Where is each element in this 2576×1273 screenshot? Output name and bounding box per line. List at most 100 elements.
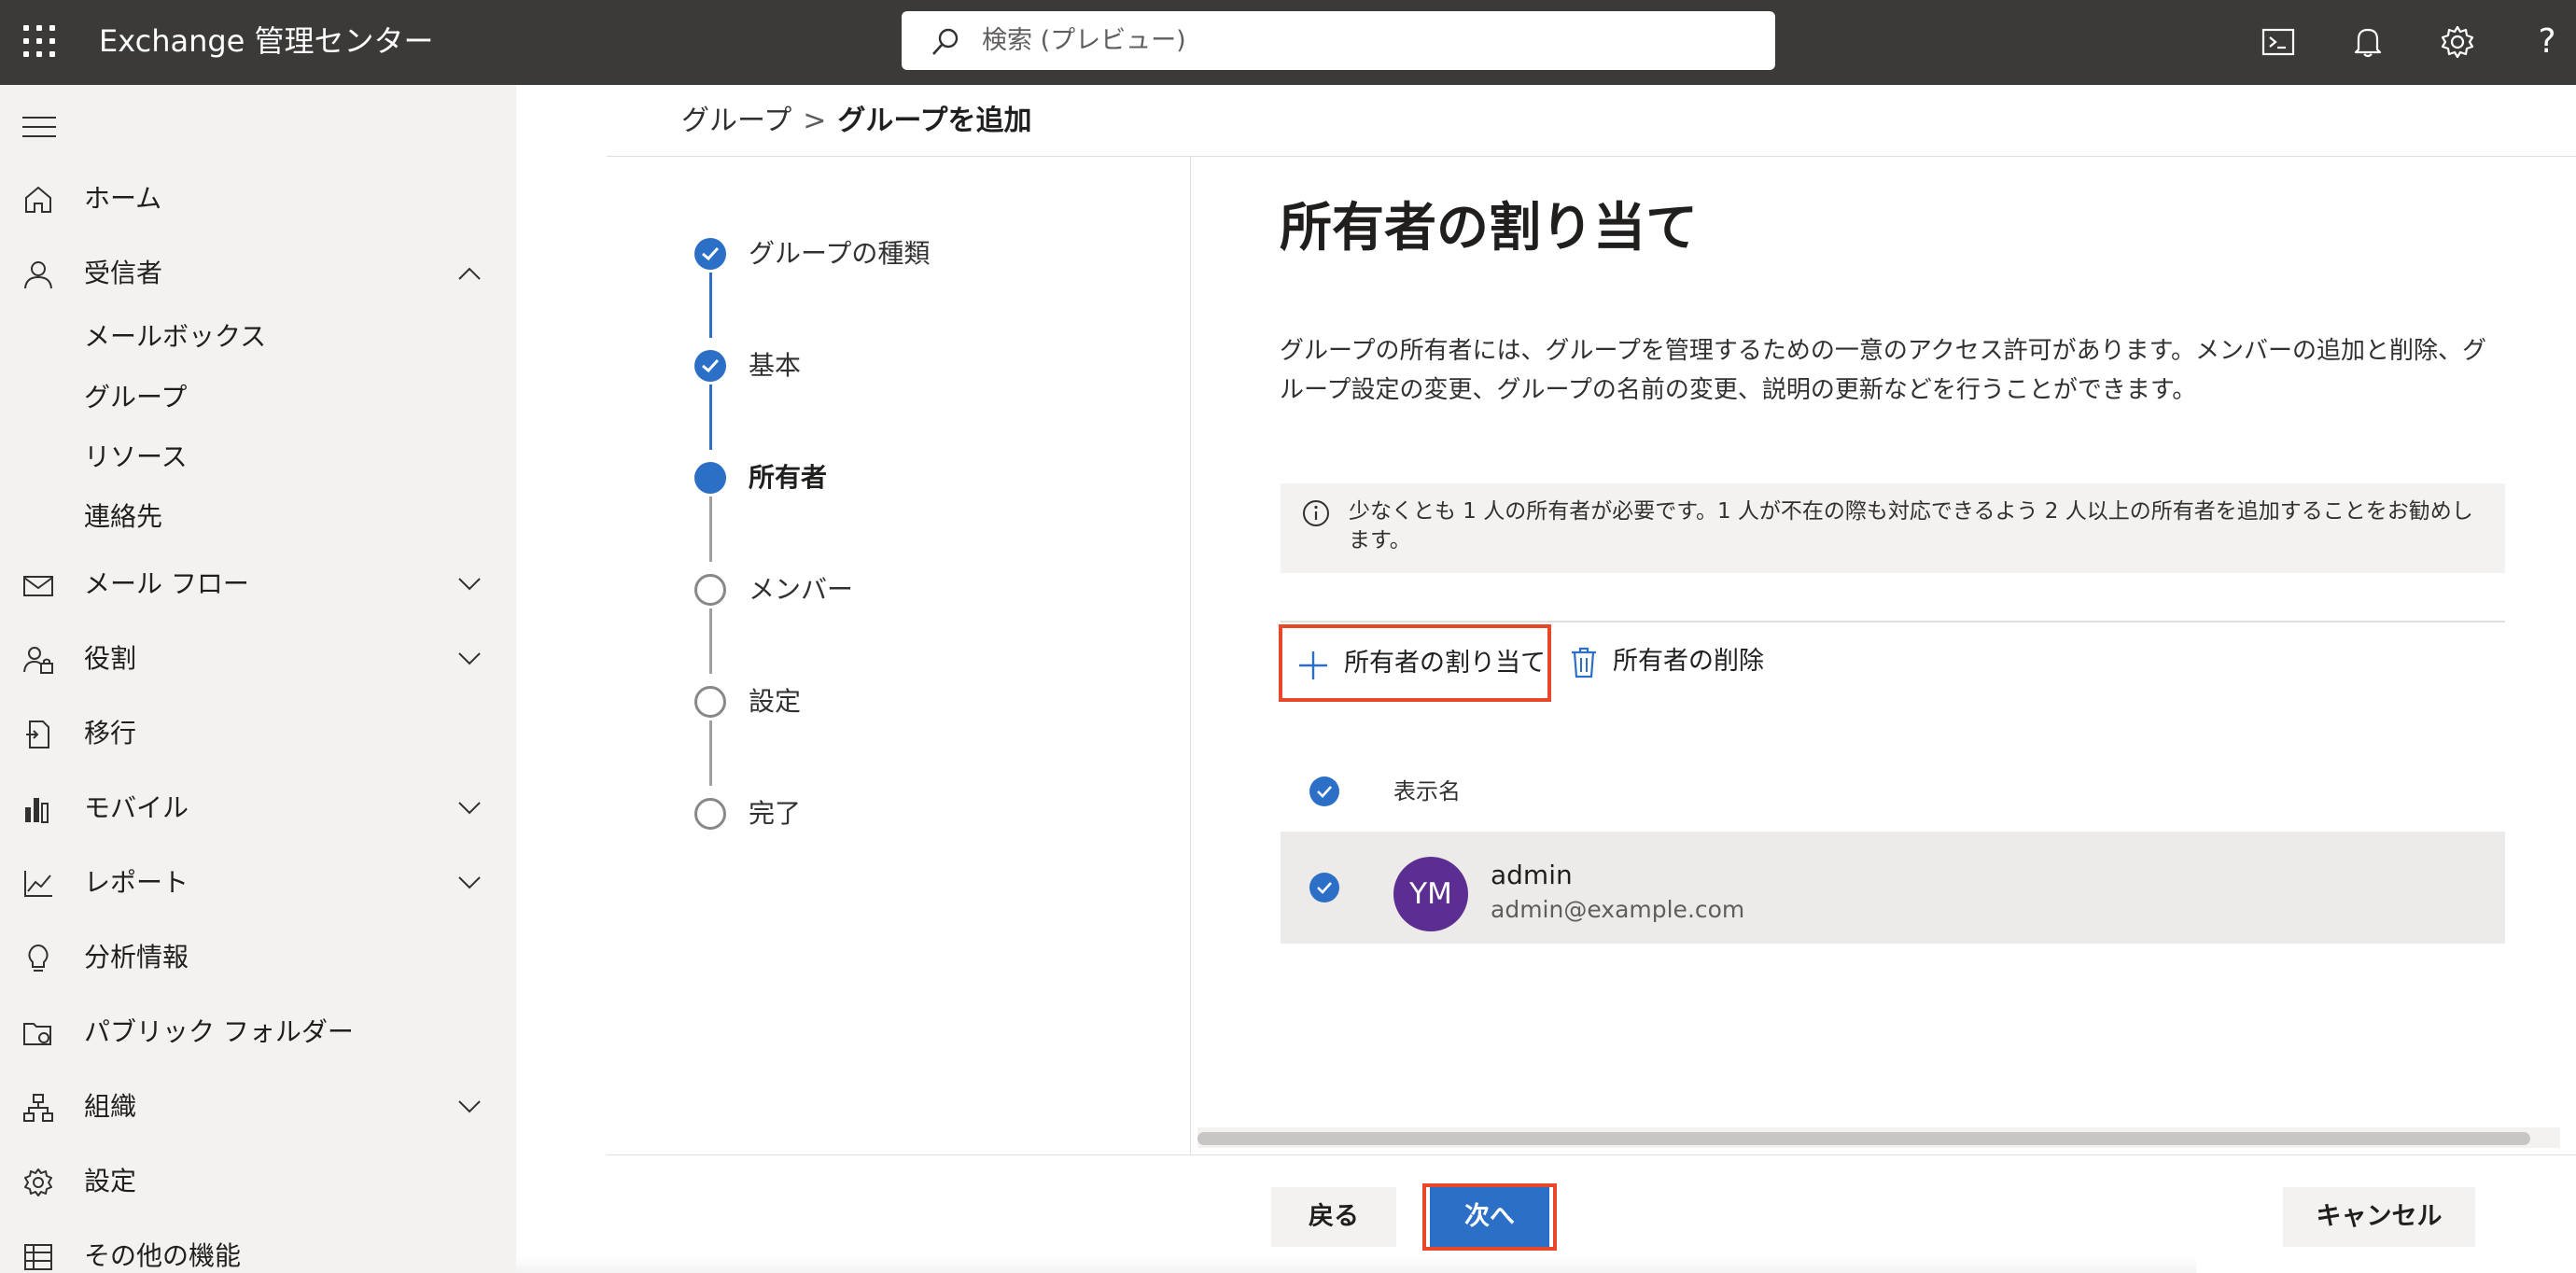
nav-item-label: 組織: [84, 1091, 137, 1122]
step-label: 所有者: [749, 462, 828, 493]
back-button[interactable]: 戻る: [1271, 1187, 1396, 1247]
nav-item-organization[interactable]: 組織: [0, 1079, 516, 1135]
current-step-icon: [694, 462, 726, 494]
table-icon: [24, 1244, 52, 1270]
nav-item-public-folders[interactable]: パブリック フォルダー: [0, 1004, 516, 1060]
scrollbar-thumb[interactable]: [1197, 1132, 2530, 1145]
top-bar: Exchange 管理センター ?: [0, 0, 2576, 85]
bell-icon[interactable]: [2346, 21, 2389, 63]
nav-item-label: その他の機能: [84, 1240, 242, 1271]
nav-subitem-resources[interactable]: リソース: [84, 441, 188, 473]
step-label: グループの種類: [749, 238, 931, 269]
chevron-down-icon[interactable]: [457, 577, 482, 592]
owner-name: admin: [1491, 860, 1573, 890]
checkmark-icon: [1317, 882, 1332, 894]
nav-subitem-groups[interactable]: グループ: [84, 382, 187, 413]
assign-owners-button[interactable]: 所有者の割り当て: [1279, 624, 1551, 702]
step-group-type[interactable]: グループの種類: [694, 235, 1124, 273]
home-icon: [25, 186, 51, 213]
select-all-checkbox[interactable]: [1309, 776, 1339, 806]
next-button[interactable]: 次へ: [1430, 1187, 1549, 1247]
row-checkbox[interactable]: [1309, 873, 1339, 902]
nav-item-label: 移行: [84, 718, 137, 748]
divider: [1190, 156, 1191, 1154]
app-title[interactable]: Exchange 管理センター: [99, 22, 434, 60]
nav-item-migration[interactable]: 移行: [0, 706, 516, 762]
nav-item-label: 役割: [84, 643, 137, 674]
remove-owners-label: 所有者の削除: [1613, 647, 1764, 676]
owner-email: admin@example.com: [1491, 896, 1745, 923]
hamburger-menu-icon[interactable]: [22, 117, 56, 141]
chevron-down-icon[interactable]: [457, 875, 482, 890]
chevron-down-icon[interactable]: [457, 651, 482, 666]
nav-item-home[interactable]: ホーム: [0, 171, 516, 227]
nav-item-label: ホーム: [84, 183, 162, 214]
step-connector: [709, 497, 712, 562]
nav-item-label: 分析情報: [84, 942, 189, 972]
nav-item-label: メール フロー: [84, 568, 249, 599]
search-icon: [932, 28, 959, 55]
column-header-display-name[interactable]: 表示名: [1393, 776, 1461, 806]
nav-subitem-mailbox[interactable]: メールボックス: [84, 321, 266, 353]
nav-item-insights[interactable]: 分析情報: [0, 930, 516, 986]
nav-subitem-contacts[interactable]: 連絡先: [84, 501, 162, 533]
divider: [607, 156, 2576, 157]
divider: [607, 1154, 2576, 1155]
nav-item-other-features[interactable]: その他の機能: [0, 1228, 516, 1273]
empty-circle-icon: [694, 798, 726, 830]
divider: [1281, 621, 2505, 623]
nav-item-label: パブリック フォルダー: [84, 1016, 354, 1047]
nav-item-recipients[interactable]: 受信者: [0, 245, 516, 301]
help-icon[interactable]: ?: [2526, 21, 2569, 63]
page-description: グループの所有者には、グループを管理するための一意のアクセス許可があります。メン…: [1280, 337, 2486, 404]
person-icon: [24, 261, 52, 289]
chevron-up-icon[interactable]: [457, 266, 482, 281]
info-icon: [1303, 500, 1329, 526]
settings-icon: [24, 1168, 52, 1196]
breadcrumb-groups-link[interactable]: グループ: [681, 105, 791, 137]
avatar: YM: [1393, 857, 1468, 931]
search-box[interactable]: [902, 11, 1775, 70]
step-label: 基本: [749, 350, 802, 381]
mail-icon: [23, 576, 53, 596]
step-members: メンバー: [694, 571, 1124, 609]
nav-item-label: モバイル: [84, 792, 189, 823]
migration-icon: [26, 720, 49, 748]
table-row[interactable]: YM admin admin@example.com: [1281, 832, 2505, 944]
nav-item-settings[interactable]: 設定: [0, 1154, 516, 1210]
step-owners[interactable]: 所有者: [694, 459, 1124, 497]
plus-icon: [1299, 651, 1327, 679]
nav-item-label: 受信者: [84, 258, 163, 288]
step-finish: 完了: [694, 795, 1124, 832]
empty-circle-icon: [694, 574, 726, 606]
gear-icon[interactable]: [2436, 21, 2479, 63]
step-connector: [709, 609, 712, 674]
next-button-highlight: 次へ: [1422, 1183, 1557, 1251]
side-navigation: ホーム 受信者 メールボックス グループ リソース 連絡先 メール フロー 役割…: [0, 85, 516, 1273]
cancel-button[interactable]: キャンセル: [2283, 1187, 2475, 1247]
step-basics[interactable]: 基本: [694, 347, 1124, 385]
panel-shadow: [516, 1256, 2196, 1273]
nav-item-roles[interactable]: 役割: [0, 631, 516, 687]
step-label: メンバー: [749, 574, 854, 605]
chevron-down-icon[interactable]: [457, 1099, 482, 1114]
page-title: 所有者の割り当て: [1280, 198, 1698, 259]
breadcrumb-separator: >: [803, 105, 827, 137]
roles-icon: [23, 647, 53, 674]
chevron-down-icon[interactable]: [457, 801, 482, 816]
app-launcher-icon[interactable]: [22, 24, 56, 58]
empty-circle-icon: [694, 686, 726, 718]
nav-item-label: レポート: [84, 867, 189, 898]
checkmark-icon: [694, 238, 726, 270]
nav-item-mobile[interactable]: モバイル: [0, 780, 516, 836]
step-label: 完了: [749, 798, 802, 829]
breadcrumb-current: グループを追加: [837, 105, 1032, 137]
step-settings: 設定: [694, 683, 1124, 720]
search-input[interactable]: [982, 21, 1747, 61]
step-connector: [709, 720, 712, 786]
nav-item-mail-flow[interactable]: メール フロー: [0, 556, 516, 612]
remove-owners-button[interactable]: 所有者の削除: [1568, 640, 1811, 687]
terminal-icon[interactable]: [2257, 21, 2300, 63]
nav-item-reports[interactable]: レポート: [0, 855, 516, 911]
report-icon: [24, 871, 52, 897]
